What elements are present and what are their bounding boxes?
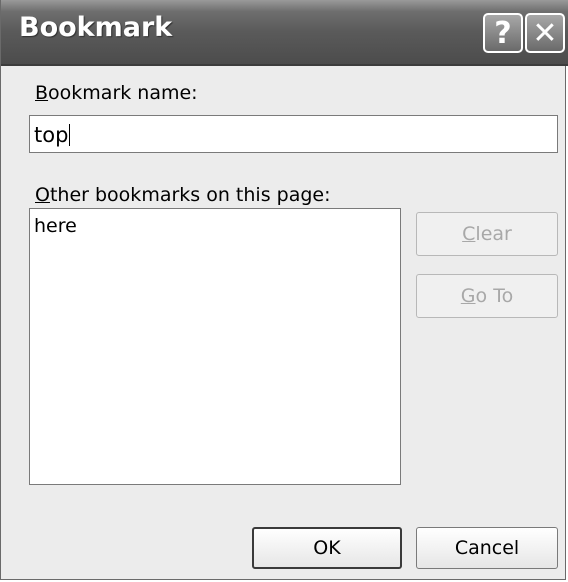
cancel-button[interactable]: Cancel	[416, 527, 558, 569]
other-bookmarks-label-mnemonic: O	[35, 184, 50, 206]
other-bookmarks-label: Other bookmarks on this page:	[35, 184, 331, 206]
clear-button-text: lear	[475, 223, 512, 245]
text-caret	[69, 124, 71, 146]
bookmark-name-value: top	[34, 123, 69, 147]
go-to-button[interactable]: Go To	[416, 274, 558, 318]
go-to-button-mnemonic: G	[460, 285, 476, 307]
bookmark-name-input[interactable]: top	[29, 115, 558, 153]
question-mark-icon: ?	[494, 15, 512, 51]
other-bookmarks-label-text: ther bookmarks on this page:	[49, 184, 331, 206]
list-item[interactable]: here	[34, 215, 400, 237]
bookmark-name-label: Bookmark name:	[35, 82, 198, 104]
dialog-title: Bookmark	[19, 12, 173, 43]
title-bar[interactable]: Bookmark ? ✕	[1, 0, 568, 66]
close-icon: ✕	[532, 15, 558, 51]
bookmark-dialog: Bookmark ? ✕ Bookmark name: top Other bo…	[0, 0, 568, 580]
bookmark-name-label-text: ookmark name:	[48, 82, 198, 104]
help-button[interactable]: ?	[483, 13, 523, 53]
close-button[interactable]: ✕	[525, 13, 565, 53]
other-bookmarks-list[interactable]: here	[29, 208, 401, 485]
ok-button[interactable]: OK	[252, 527, 402, 569]
clear-button[interactable]: Clear	[416, 212, 558, 256]
clear-button-mnemonic: C	[462, 223, 476, 245]
bookmark-name-label-mnemonic: B	[35, 82, 49, 104]
go-to-button-text: o To	[475, 285, 514, 307]
